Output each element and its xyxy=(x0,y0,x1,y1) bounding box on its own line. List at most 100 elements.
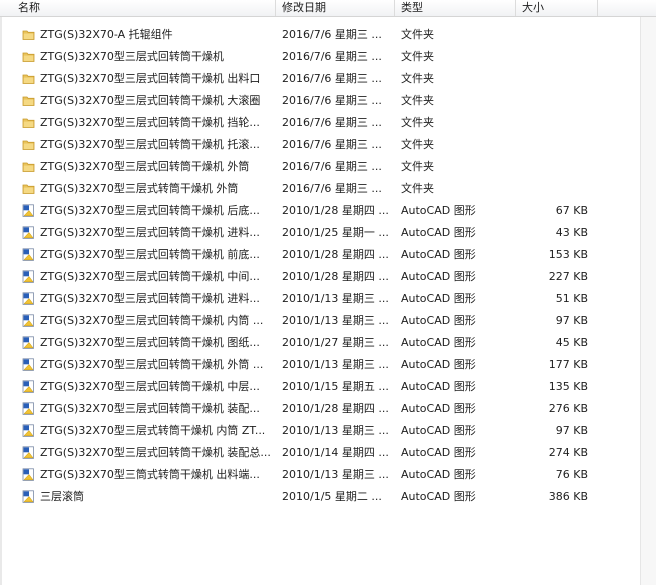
file-row-6[interactable]: ZTG(S)32X70型三层式回转筒干燥机 托滚... 2016/7/6 星期三… xyxy=(0,133,640,155)
autocad-file-icon xyxy=(22,423,35,437)
file-name-cell: ZTG(S)32X70型三层式回转筒干燥机 装配... xyxy=(0,400,276,416)
file-date: 2010/1/13 星期三 ... xyxy=(282,468,389,481)
file-size: 177 KB xyxy=(548,357,588,371)
file-date: 2016/7/6 星期三 ... xyxy=(282,160,382,173)
file-row-7[interactable]: ZTG(S)32X70型三层式回转筒干燥机 外筒 2016/7/6 星期三 ..… xyxy=(0,155,640,177)
file-name: ZTG(S)32X70型三层式回转筒干燥机 中间... xyxy=(40,270,260,283)
file-size: 276 KB xyxy=(548,401,588,415)
file-date: 2010/1/25 星期一 ... xyxy=(282,226,389,239)
file-size: 135 KB xyxy=(548,379,588,393)
vertical-scroll-area[interactable] xyxy=(640,17,656,585)
column-header-type[interactable]: 类型 xyxy=(395,0,516,16)
file-type: 文件夹 xyxy=(401,182,434,195)
file-name-cell: ZTG(S)32X70型三层式转筒干燥机 内筒 ZT... xyxy=(0,422,276,438)
file-row-20[interactable]: ZTG(S)32X70型三层式回转筒干燥机 装配总... 2010/1/14 星… xyxy=(0,441,640,463)
file-date: 2016/7/6 星期三 ... xyxy=(282,94,382,107)
autocad-file-icon xyxy=(22,445,35,459)
file-type: AutoCAD 图形 xyxy=(401,358,476,371)
file-type: AutoCAD 图形 xyxy=(401,204,476,217)
file-name-cell: ZTG(S)32X70型三层式回转筒干燥机 前底... xyxy=(0,246,276,262)
column-header-name[interactable]: 名称 xyxy=(0,0,276,16)
file-name-cell: ZTG(S)32X70-A 托辊组件 xyxy=(0,26,276,42)
file-name-cell: ZTG(S)32X70型三层式回转筒干燥机 内筒 ... xyxy=(0,312,276,328)
file-row-9[interactable]: ZTG(S)32X70型三层式回转筒干燥机 后底... 2010/1/28 星期… xyxy=(0,199,640,221)
file-date: 2016/7/6 星期三 ... xyxy=(282,182,382,195)
file-row-19[interactable]: ZTG(S)32X70型三层式转筒干燥机 内筒 ZT... 2010/1/13 … xyxy=(0,419,640,441)
folder-icon xyxy=(22,116,35,129)
file-name: ZTG(S)32X70型三层式回转筒干燥机 后底... xyxy=(40,204,260,217)
file-name-cell: ZTG(S)32X70型三层式回转筒干燥机 中间... xyxy=(0,268,276,284)
file-row-11[interactable]: ZTG(S)32X70型三层式回转筒干燥机 前底... 2010/1/28 星期… xyxy=(0,243,640,265)
file-name-cell: ZTG(S)32X70型三层式回转筒干燥机 外筒 xyxy=(0,158,276,174)
file-name-cell: ZTG(S)32X70型三层式回转筒干燥机 装配总... xyxy=(0,444,276,460)
file-name-cell: ZTG(S)32X70型三层式回转筒干燥机 进料... xyxy=(0,224,276,240)
autocad-file-icon xyxy=(22,335,35,349)
file-type: AutoCAD 图形 xyxy=(401,402,476,415)
file-name: ZTG(S)32X70型三层式回转筒干燥机 出料口 xyxy=(40,72,261,85)
autocad-file-icon xyxy=(22,225,35,239)
file-name: ZTG(S)32X70型三层式回转筒干燥机 中层... xyxy=(40,380,260,393)
file-date: 2010/1/13 星期三 ... xyxy=(282,292,389,305)
file-name-cell: ZTG(S)32X70型三层式回转筒干燥机 挡轮... xyxy=(0,114,276,130)
file-size: 227 KB xyxy=(548,269,588,283)
file-row-22[interactable]: 三层滚筒 2010/1/5 星期二 ... AutoCAD 图形 386 KB xyxy=(0,485,640,507)
file-row-12[interactable]: ZTG(S)32X70型三层式回转筒干燥机 中间... 2010/1/28 星期… xyxy=(0,265,640,287)
file-date: 2010/1/27 星期三 ... xyxy=(282,336,389,349)
column-header-date[interactable]: 修改日期 xyxy=(276,0,395,16)
file-row-3[interactable]: ZTG(S)32X70型三层式回转筒干燥机 出料口 2016/7/6 星期三 .… xyxy=(0,67,640,89)
autocad-file-icon xyxy=(22,401,35,415)
file-row-10[interactable]: ZTG(S)32X70型三层式回转筒干燥机 进料... 2010/1/25 星期… xyxy=(0,221,640,243)
file-size: 76 KB xyxy=(555,467,588,481)
file-name-cell: ZTG(S)32X70型三层式回转筒干燥机 外筒 ... xyxy=(0,356,276,372)
file-name-cell: 三层滚筒 xyxy=(0,488,276,504)
autocad-file-icon xyxy=(22,291,35,305)
file-name-cell: ZTG(S)32X70型三层式回转筒干燥机 大滚圈 xyxy=(0,92,276,108)
file-type: AutoCAD 图形 xyxy=(401,336,476,349)
folder-icon xyxy=(22,72,35,85)
file-size: 51 KB xyxy=(555,291,588,305)
file-row-13[interactable]: ZTG(S)32X70型三层式回转筒干燥机 进料... 2010/1/13 星期… xyxy=(0,287,640,309)
file-size: 274 KB xyxy=(548,445,588,459)
file-type: AutoCAD 图形 xyxy=(401,490,476,503)
file-row-17[interactable]: ZTG(S)32X70型三层式回转筒干燥机 中层... 2010/1/15 星期… xyxy=(0,375,640,397)
file-type: AutoCAD 图形 xyxy=(401,380,476,393)
file-row-2[interactable]: ZTG(S)32X70型三层式回转筒干燥机 2016/7/6 星期三 ... 文… xyxy=(0,45,640,67)
file-type: AutoCAD 图形 xyxy=(401,314,476,327)
file-type: AutoCAD 图形 xyxy=(401,424,476,437)
file-date: 2016/7/6 星期三 ... xyxy=(282,50,382,63)
file-type: 文件夹 xyxy=(401,94,434,107)
file-row-14[interactable]: ZTG(S)32X70型三层式回转筒干燥机 内筒 ... 2010/1/13 星… xyxy=(0,309,640,331)
file-row-16[interactable]: ZTG(S)32X70型三层式回转筒干燥机 外筒 ... 2010/1/13 星… xyxy=(0,353,640,375)
file-date: 2010/1/13 星期三 ... xyxy=(282,314,389,327)
file-type: AutoCAD 图形 xyxy=(401,226,476,239)
file-name-cell: ZTG(S)32X70型三层式回转筒干燥机 托滚... xyxy=(0,136,276,152)
file-date: 2016/7/6 星期三 ... xyxy=(282,72,382,85)
file-name: ZTG(S)32X70型三层式回转筒干燥机 装配总... xyxy=(40,446,271,459)
file-row-18[interactable]: ZTG(S)32X70型三层式回转筒干燥机 装配... 2010/1/28 星期… xyxy=(0,397,640,419)
file-row-5[interactable]: ZTG(S)32X70型三层式回转筒干燥机 挡轮... 2016/7/6 星期三… xyxy=(0,111,640,133)
file-name: ZTG(S)32X70型三层式回转筒干燥机 xyxy=(40,50,224,63)
file-row-8[interactable]: ZTG(S)32X70型三层式转筒干燥机 外筒 2016/7/6 星期三 ...… xyxy=(0,177,640,199)
file-name: 三层滚筒 xyxy=(40,490,84,503)
file-row-15[interactable]: ZTG(S)32X70型三层式回转筒干燥机 图纸... 2010/1/27 星期… xyxy=(0,331,640,353)
autocad-file-icon xyxy=(22,269,35,283)
column-header-size[interactable]: 大小 xyxy=(516,0,598,16)
file-name: ZTG(S)32X70型三层式转筒干燥机 内筒 ZT... xyxy=(40,424,266,437)
file-name-cell: ZTG(S)32X70型三层式转筒干燥机 外筒 xyxy=(0,180,276,196)
file-date: 2016/7/6 星期三 ... xyxy=(282,138,382,151)
file-name: ZTG(S)32X70型三层式回转筒干燥机 进料... xyxy=(40,292,260,305)
file-type: 文件夹 xyxy=(401,116,434,129)
file-name-cell: ZTG(S)32X70型三层式回转筒干燥机 图纸... xyxy=(0,334,276,350)
file-row-1[interactable]: ZTG(S)32X70-A 托辊组件 2016/7/6 星期三 ... 文件夹 xyxy=(0,23,640,45)
file-list: ZTG(S)32X70-A 托辊组件 2016/7/6 星期三 ... 文件夹 … xyxy=(0,23,640,507)
folder-icon xyxy=(22,182,35,195)
file-type: AutoCAD 图形 xyxy=(401,270,476,283)
file-row-21[interactable]: ZTG(S)32X70型三筒式转筒干燥机 出料端... 2010/1/13 星期… xyxy=(0,463,640,485)
file-type: AutoCAD 图形 xyxy=(401,292,476,305)
file-name: ZTG(S)32X70型三层式转筒干燥机 外筒 xyxy=(40,182,239,195)
file-name: ZTG(S)32X70型三层式回转筒干燥机 图纸... xyxy=(40,336,260,349)
file-row-4[interactable]: ZTG(S)32X70型三层式回转筒干燥机 大滚圈 2016/7/6 星期三 .… xyxy=(0,89,640,111)
file-type: 文件夹 xyxy=(401,28,434,41)
file-name: ZTG(S)32X70型三筒式转筒干燥机 出料端... xyxy=(40,468,260,481)
file-size: 386 KB xyxy=(548,489,588,503)
